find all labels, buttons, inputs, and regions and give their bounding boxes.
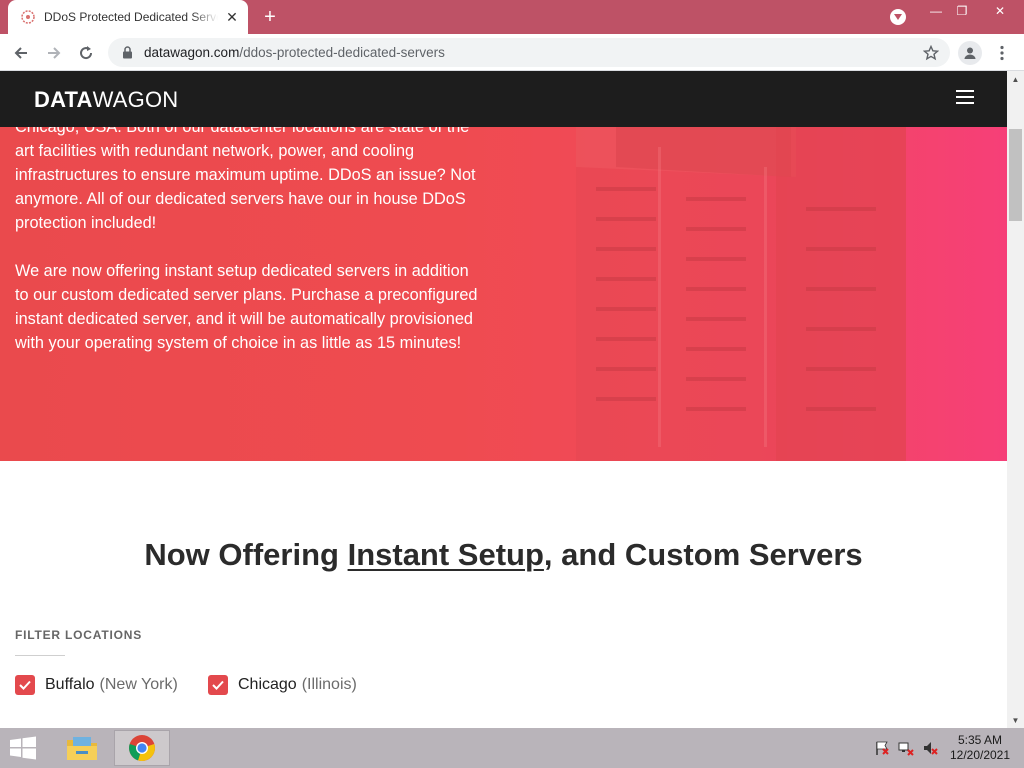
filter-divider xyxy=(15,655,65,656)
profile-avatar-icon[interactable] xyxy=(958,41,982,65)
close-tab-icon[interactable]: ✕ xyxy=(224,9,240,25)
hamburger-menu-icon[interactable] xyxy=(956,90,974,104)
lock-icon[interactable] xyxy=(120,46,134,60)
close-window-icon[interactable]: ✕ xyxy=(984,0,1016,22)
site-header: DATAWAGON xyxy=(0,71,1007,127)
address-bar[interactable]: datawagon.com/ddos-protected-dedicated-s… xyxy=(108,38,950,67)
hero-banner: Chicago, USA. Both of our datacenter loc… xyxy=(0,127,1007,461)
instant-setup-link[interactable]: Instant Setup xyxy=(348,537,544,572)
browser-menu-icon[interactable] xyxy=(992,41,1012,65)
url-text: datawagon.com/ddos-protected-dedicated-s… xyxy=(144,45,445,60)
restore-window-icon[interactable]: ❐ xyxy=(946,0,978,22)
bookmark-star-icon[interactable] xyxy=(922,44,940,62)
chrome-taskbar-icon[interactable] xyxy=(114,730,170,766)
location-filter-buffalo[interactable]: Buffalo (New York) xyxy=(15,675,178,695)
volume-muted-icon[interactable] xyxy=(922,740,938,756)
page-scrollbar[interactable]: ▲ ▼ xyxy=(1007,71,1024,728)
hero-paragraph-1: Chicago, USA. Both of our datacenter loc… xyxy=(15,127,476,232)
windows-taskbar: 5:35 AM 12/20/2021 xyxy=(0,728,1024,768)
scroll-up-arrow-icon[interactable]: ▲ xyxy=(1007,71,1024,87)
page-viewport: DATAWAGON Chicago, USA. Both of our data… xyxy=(0,71,1007,728)
network-icon[interactable] xyxy=(898,740,914,756)
location-filter-chicago[interactable]: Chicago (Illinois) xyxy=(208,675,357,695)
clock-date: 12/20/2021 xyxy=(949,748,1011,762)
browser-tab[interactable]: DDoS Protected Dedicated Servers ✕ xyxy=(8,0,248,34)
action-center-flag-icon[interactable] xyxy=(874,740,890,756)
back-button[interactable] xyxy=(8,40,34,66)
browser-toolbar: datawagon.com/ddos-protected-dedicated-s… xyxy=(0,34,1024,71)
file-explorer-icon[interactable] xyxy=(54,730,110,766)
section-headline: Now Offering Instant Setup, and Custom S… xyxy=(144,537,863,572)
filter-locations-label: FILTER LOCATIONS xyxy=(15,628,143,642)
clock-time: 5:35 AM xyxy=(957,733,1003,747)
location-state: (Illinois) xyxy=(301,676,357,693)
hero-paragraph-2: We are now offering instant setup dedica… xyxy=(15,262,478,352)
location-state: (New York) xyxy=(99,676,178,693)
tab-title: DDoS Protected Dedicated Servers xyxy=(44,10,218,24)
scroll-down-arrow-icon[interactable]: ▼ xyxy=(1007,712,1024,728)
chicago-checkbox[interactable] xyxy=(208,675,228,695)
reload-button[interactable] xyxy=(73,40,99,66)
location-city: Buffalo xyxy=(45,676,95,693)
scrollbar-thumb[interactable] xyxy=(1009,129,1022,221)
forward-button[interactable] xyxy=(41,40,67,66)
datacenter-building-image xyxy=(576,127,906,461)
system-clock[interactable]: 5:35 AM 12/20/2021 xyxy=(948,733,1012,763)
hero-copy: Chicago, USA. Both of our datacenter loc… xyxy=(15,127,485,379)
browser-tab-strip: DDoS Protected Dedicated Servers ✕ + — ❐… xyxy=(0,0,1024,34)
site-favicon-icon xyxy=(20,9,36,25)
new-tab-button[interactable]: + xyxy=(258,5,282,29)
tab-search-icon[interactable] xyxy=(890,9,906,25)
location-city: Chicago xyxy=(238,676,297,693)
windows-start-icon[interactable] xyxy=(8,736,38,760)
datawagon-logo[interactable]: DATAWAGON xyxy=(34,87,178,113)
buffalo-checkbox[interactable] xyxy=(15,675,35,695)
